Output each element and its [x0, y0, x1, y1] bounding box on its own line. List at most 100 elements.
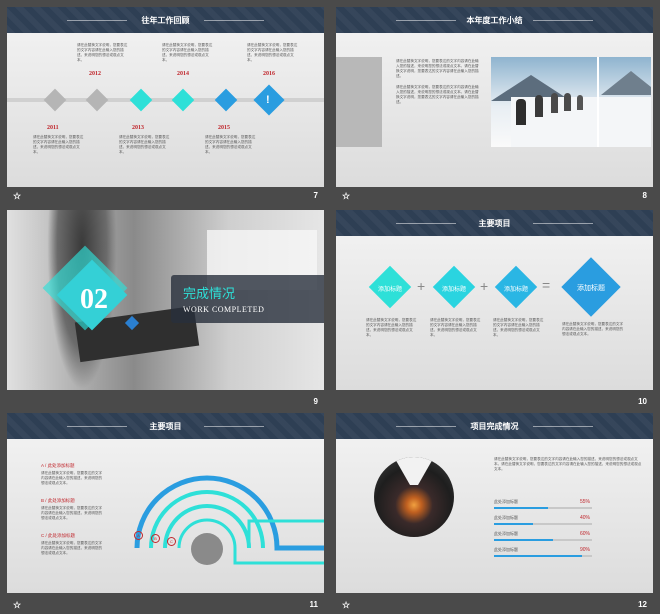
- mountain-climbers-photo: [491, 57, 651, 147]
- slide-9-thumbnail[interactable]: 02 完成情况 WORK COMPLETED: [7, 210, 324, 390]
- year-label: 2014: [177, 71, 189, 77]
- slide-8-thumbnail[interactable]: 本年度工作小结 请在此替换文字说明，您要表达的文字内容请在此输入您的描述，来说明…: [336, 7, 653, 187]
- year-label: 2011: [47, 125, 59, 131]
- plus-icon: +: [417, 278, 426, 294]
- item-title: B / 此处添加标题: [41, 498, 75, 503]
- result-label: 添加标题: [577, 285, 605, 292]
- slide-12-thumbnail[interactable]: 项目完成情况 请在此替换文字说明，您要表达的文字内容请在此输入您的描述，来说明您…: [336, 413, 653, 593]
- climber: [551, 93, 558, 113]
- star-icon[interactable]: ☆: [13, 191, 21, 202]
- businessman-photo: [374, 457, 454, 537]
- slide-title: 往年工作回顾: [141, 16, 190, 25]
- gray-block: [336, 57, 382, 147]
- slide-number: 10: [638, 397, 647, 406]
- header-line-right: [533, 20, 593, 21]
- globe-icon: [191, 533, 223, 565]
- slide-9-footer: 9: [7, 393, 324, 411]
- slide-title: 主要项目: [478, 219, 511, 228]
- item-text: 请在此替换文字说明，您要表达的文字内容请在此输入您的描述，来说明您的想法或观点文…: [41, 541, 103, 555]
- header-line-right: [533, 426, 593, 427]
- star-icon[interactable]: ☆: [342, 600, 350, 611]
- equals-icon: =: [542, 277, 551, 293]
- timeline-text: 请在此替换文字说明，您要表达的文字内容请在此输入您的描述，来说明您的想法或观点文…: [119, 135, 170, 154]
- item-title: A / 此处添加标题: [41, 463, 75, 468]
- slide-header: 主要项目: [7, 413, 324, 439]
- item-text: 请在此替换文字说明，您要表达的文字内容请在此输入您的描述，来说明您的想法或观点文…: [430, 318, 481, 337]
- item-label: 添加标题: [441, 287, 466, 293]
- slide-7-footer: ☆ 7: [7, 187, 324, 205]
- slide-11-footer: ☆ 11: [7, 596, 324, 614]
- slide-header: 本年度工作小结: [336, 7, 653, 33]
- year-label: 2012: [89, 71, 101, 77]
- circle-label: C: [167, 537, 176, 546]
- timeline-diamond: [43, 88, 67, 112]
- header-line-right: [204, 20, 264, 21]
- plus-icon: +: [480, 278, 489, 294]
- section-title-panel: 完成情况 WORK COMPLETED: [171, 275, 324, 323]
- timeline-text: 请在此替换文字说明，您要表达的文字内容请在此输入您的描述，来说明您的想法或观点文…: [205, 135, 256, 154]
- timeline-text: 请在此替换文字说明，您要表达的文字内容请在此输入您的描述，来说明您的想法或观点文…: [247, 43, 298, 62]
- climber: [577, 95, 583, 110]
- progress-value: 55%: [580, 499, 591, 505]
- progress-label: 此处添加标题: [494, 499, 518, 504]
- summary-text: 请在此替换文字说明，您要表达的文字内容请在此输入您的描述，来说明您的想法或观点文…: [396, 59, 479, 78]
- slide-7-thumbnail[interactable]: 往年工作回顾 请在此替换文字说明，您要表达的文字内容请在此输入您的描述，来说明您…: [7, 7, 324, 187]
- slide-number: 8: [642, 191, 647, 200]
- slide-12-footer: ☆ 12: [336, 596, 653, 614]
- item-title: C / 此处添加标题: [41, 533, 75, 538]
- star-icon[interactable]: ☆: [342, 191, 350, 202]
- progress-row: 此处添加标题 90%: [494, 547, 592, 563]
- slide-title: 项目完成情况: [470, 422, 519, 431]
- timeline-text: 请在此替换文字说明，您要表达的文字内容请在此输入您的描述，来说明您的想法或观点文…: [33, 135, 84, 154]
- slide-10-thumbnail[interactable]: 主要项目 添加标题 + 添加标题 + 添加标题 = 添加标题 请在此替换文字说明…: [336, 210, 653, 390]
- timeline-diamond: [85, 88, 109, 112]
- progress-fill: [494, 523, 534, 525]
- slide-number: 9: [313, 397, 318, 406]
- progress-track: [494, 539, 592, 541]
- timeline-diamond: [129, 88, 153, 112]
- progress-track: [494, 507, 592, 509]
- progress-value: 40%: [580, 515, 591, 521]
- photo-divider: [597, 57, 599, 147]
- progress-list: 此处添加标题 55% 此处添加标题 40% 此处添加标题 60% 此处添加标题 90%: [494, 499, 592, 563]
- item-label: 添加标题: [503, 287, 528, 293]
- progress-value: 90%: [580, 547, 591, 553]
- progress-track: [494, 523, 592, 525]
- progress-fill: [494, 539, 553, 541]
- slide-title: 本年度工作小结: [466, 16, 523, 25]
- slide-11-thumbnail[interactable]: 主要项目 A / 此处添加标题 请在此替换文字说明，您要表达的文字内容请在此输入…: [7, 413, 324, 593]
- header-line-right: [533, 223, 593, 224]
- item-text: 请在此替换文字说明，您要表达的文字内容请在此输入您的描述，来说明您的想法或观点文…: [41, 506, 103, 520]
- timeline-text: 请在此替换文字说明，您要表达的文字内容请在此输入您的描述，来说明您的想法或观点文…: [162, 43, 213, 62]
- timeline-diamond: [171, 88, 195, 112]
- arc-diagram: [134, 475, 324, 565]
- climber: [564, 93, 571, 111]
- item-text: 请在此替换文字说明，您要表达的文字内容请在此输入您的描述，来说明您的想法或观点文…: [493, 318, 544, 337]
- circle-label: B: [151, 534, 160, 543]
- progress-value: 60%: [580, 531, 591, 537]
- section-title: 完成情况: [183, 286, 236, 301]
- progress-fill: [494, 555, 583, 557]
- year-label: 2013: [132, 125, 144, 131]
- year-label: 2016: [263, 71, 275, 77]
- circle-label: A: [134, 531, 143, 540]
- result-text: 请在此替换文字说明，您要表达的文字内容请在此输入您的描述，来说明您的想法或观点文…: [562, 322, 624, 336]
- star-icon[interactable]: ☆: [13, 600, 21, 611]
- summary-text: 请在此替换文字说明，您要表达的文字内容请在此输入您的描述，来说明您的想法或观点文…: [396, 85, 479, 104]
- slide-title: 主要项目: [149, 422, 182, 431]
- slide-number: 12: [638, 600, 647, 609]
- summary-text: 请在此替换文字说明，您要表达的文字内容请在此输入您的描述，来说明您的想法或观点文…: [494, 457, 642, 471]
- item-text: 请在此替换文字说明，您要表达的文字内容请在此输入您的描述，来说明您的想法或观点文…: [41, 471, 103, 485]
- shirt: [394, 457, 434, 485]
- slide-header: 主要项目: [336, 210, 653, 236]
- year-label: 2015: [218, 125, 230, 131]
- progress-label: 此处添加标题: [494, 547, 518, 552]
- section-number: 02: [80, 284, 108, 315]
- slide-10-footer: 10: [336, 393, 653, 411]
- slide-header: 往年工作回顾: [7, 7, 324, 33]
- slide-8-footer: ☆ 8: [336, 187, 653, 205]
- climber: [516, 99, 526, 125]
- progress-label: 此处添加标题: [494, 515, 518, 520]
- section-subtitle: WORK COMPLETED: [183, 305, 265, 314]
- slide-header: 项目完成情况: [336, 413, 653, 439]
